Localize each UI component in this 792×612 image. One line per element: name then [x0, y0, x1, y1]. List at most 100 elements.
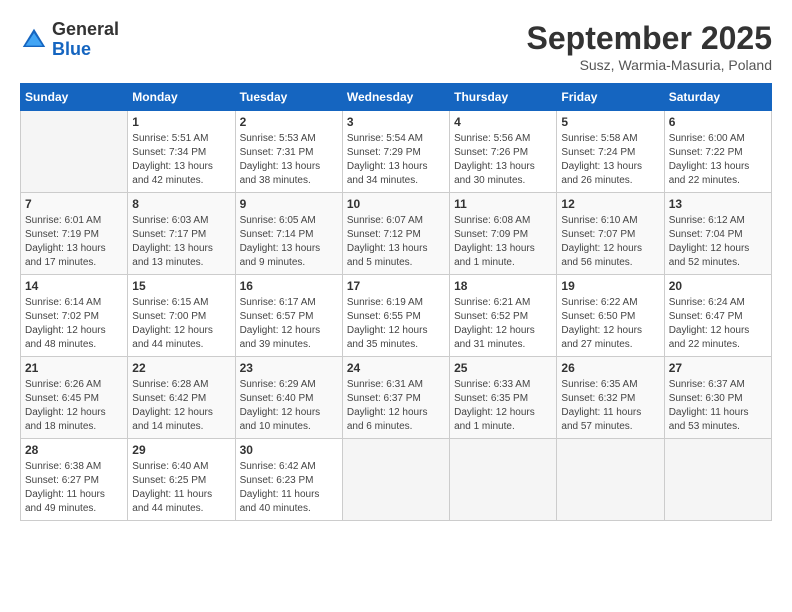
day-info: Sunrise: 6:38 AM Sunset: 6:27 PM Dayligh… — [25, 460, 123, 516]
logo-icon — [20, 26, 48, 54]
day-number: 27 — [669, 361, 767, 375]
day-number: 2 — [240, 115, 338, 129]
calendar-cell: 7 Sunrise: 6:01 AM Sunset: 7:19 PM Daylig… — [21, 193, 128, 275]
calendar-cell: 12 Sunrise: 6:10 AM Sunset: 7:07 PM Dayli… — [557, 193, 664, 275]
header-tuesday: Tuesday — [235, 84, 342, 111]
day-number: 17 — [347, 279, 445, 293]
day-info: Sunrise: 6:19 AM Sunset: 6:55 PM Dayligh… — [347, 296, 445, 352]
calendar-cell — [21, 111, 128, 193]
day-number: 12 — [561, 197, 659, 211]
calendar-cell: 5 Sunrise: 5:58 AM Sunset: 7:24 PM Daylig… — [557, 111, 664, 193]
day-number: 6 — [669, 115, 767, 129]
day-info: Sunrise: 5:53 AM Sunset: 7:31 PM Dayligh… — [240, 132, 338, 188]
calendar-header-row: SundayMondayTuesdayWednesdayThursdayFrid… — [21, 84, 772, 111]
day-info: Sunrise: 6:37 AM Sunset: 6:30 PM Dayligh… — [669, 378, 767, 434]
calendar-cell — [664, 439, 771, 521]
calendar-week-row: 7 Sunrise: 6:01 AM Sunset: 7:19 PM Daylig… — [21, 193, 772, 275]
logo-text: General Blue — [52, 20, 119, 60]
calendar-cell: 23 Sunrise: 6:29 AM Sunset: 6:40 PM Dayli… — [235, 357, 342, 439]
calendar-cell: 6 Sunrise: 6:00 AM Sunset: 7:22 PM Daylig… — [664, 111, 771, 193]
calendar-cell — [557, 439, 664, 521]
calendar-cell: 18 Sunrise: 6:21 AM Sunset: 6:52 PM Dayli… — [450, 275, 557, 357]
day-info: Sunrise: 6:12 AM Sunset: 7:04 PM Dayligh… — [669, 214, 767, 270]
day-info: Sunrise: 6:15 AM Sunset: 7:00 PM Dayligh… — [132, 296, 230, 352]
day-info: Sunrise: 6:40 AM Sunset: 6:25 PM Dayligh… — [132, 460, 230, 516]
day-number: 26 — [561, 361, 659, 375]
day-info: Sunrise: 6:26 AM Sunset: 6:45 PM Dayligh… — [25, 378, 123, 434]
calendar-cell: 26 Sunrise: 6:35 AM Sunset: 6:32 PM Dayli… — [557, 357, 664, 439]
calendar-week-row: 1Sunrise: 5:51 AM Sunset: 7:34 PM Daylig… — [21, 111, 772, 193]
day-number: 19 — [561, 279, 659, 293]
day-number: 24 — [347, 361, 445, 375]
calendar-cell: 9Sunrise: 6:05 AM Sunset: 7:14 PM Daylig… — [235, 193, 342, 275]
day-info: Sunrise: 6:07 AM Sunset: 7:12 PM Dayligh… — [347, 214, 445, 270]
day-number: 7 — [25, 197, 123, 211]
day-number: 20 — [669, 279, 767, 293]
calendar-table: SundayMondayTuesdayWednesdayThursdayFrid… — [20, 83, 772, 521]
calendar-cell: 30 Sunrise: 6:42 AM Sunset: 6:23 PM Dayli… — [235, 439, 342, 521]
day-info: Sunrise: 5:51 AM Sunset: 7:34 PM Dayligh… — [132, 132, 230, 188]
day-number: 22 — [132, 361, 230, 375]
calendar-cell — [342, 439, 449, 521]
title-block: September 2025 Susz, Warmia-Masuria, Pol… — [527, 20, 772, 73]
day-info: Sunrise: 6:03 AM Sunset: 7:17 PM Dayligh… — [132, 214, 230, 270]
day-number: 13 — [669, 197, 767, 211]
day-number: 10 — [347, 197, 445, 211]
day-info: Sunrise: 6:31 AM Sunset: 6:37 PM Dayligh… — [347, 378, 445, 434]
day-number: 28 — [25, 443, 123, 457]
calendar-cell: 1Sunrise: 5:51 AM Sunset: 7:34 PM Daylig… — [128, 111, 235, 193]
calendar-cell: 3Sunrise: 5:54 AM Sunset: 7:29 PM Daylig… — [342, 111, 449, 193]
day-info: Sunrise: 6:35 AM Sunset: 6:32 PM Dayligh… — [561, 378, 659, 434]
calendar-cell: 13 Sunrise: 6:12 AM Sunset: 7:04 PM Dayli… — [664, 193, 771, 275]
calendar-cell: 20 Sunrise: 6:24 AM Sunset: 6:47 PM Dayli… — [664, 275, 771, 357]
calendar-cell: 15 Sunrise: 6:15 AM Sunset: 7:00 PM Dayli… — [128, 275, 235, 357]
day-number: 21 — [25, 361, 123, 375]
day-info: Sunrise: 6:28 AM Sunset: 6:42 PM Dayligh… — [132, 378, 230, 434]
calendar-cell: 19 Sunrise: 6:22 AM Sunset: 6:50 PM Dayli… — [557, 275, 664, 357]
calendar-cell: 14 Sunrise: 6:14 AM Sunset: 7:02 PM Dayli… — [21, 275, 128, 357]
day-info: Sunrise: 6:14 AM Sunset: 7:02 PM Dayligh… — [25, 296, 123, 352]
day-info: Sunrise: 6:29 AM Sunset: 6:40 PM Dayligh… — [240, 378, 338, 434]
header-wednesday: Wednesday — [342, 84, 449, 111]
header-thursday: Thursday — [450, 84, 557, 111]
day-number: 14 — [25, 279, 123, 293]
calendar-cell: 8Sunrise: 6:03 AM Sunset: 7:17 PM Daylig… — [128, 193, 235, 275]
location-subtitle: Susz, Warmia-Masuria, Poland — [527, 57, 772, 73]
day-number: 18 — [454, 279, 552, 293]
day-number: 3 — [347, 115, 445, 129]
day-info: Sunrise: 6:22 AM Sunset: 6:50 PM Dayligh… — [561, 296, 659, 352]
calendar-cell: 11 Sunrise: 6:08 AM Sunset: 7:09 PM Dayli… — [450, 193, 557, 275]
calendar-week-row: 21 Sunrise: 6:26 AM Sunset: 6:45 PM Dayli… — [21, 357, 772, 439]
day-info: Sunrise: 6:33 AM Sunset: 6:35 PM Dayligh… — [454, 378, 552, 434]
calendar-cell: 16Sunrise: 6:17 AM Sunset: 6:57 PM Dayli… — [235, 275, 342, 357]
day-number: 23 — [240, 361, 338, 375]
day-number: 29 — [132, 443, 230, 457]
day-number: 5 — [561, 115, 659, 129]
calendar-cell: 22 Sunrise: 6:28 AM Sunset: 6:42 PM Dayli… — [128, 357, 235, 439]
day-info: Sunrise: 6:42 AM Sunset: 6:23 PM Dayligh… — [240, 460, 338, 516]
header-monday: Monday — [128, 84, 235, 111]
logo: General Blue — [20, 20, 119, 60]
day-number: 30 — [240, 443, 338, 457]
day-info: Sunrise: 6:01 AM Sunset: 7:19 PM Dayligh… — [25, 214, 123, 270]
calendar-cell: 28 Sunrise: 6:38 AM Sunset: 6:27 PM Dayli… — [21, 439, 128, 521]
day-info: Sunrise: 6:10 AM Sunset: 7:07 PM Dayligh… — [561, 214, 659, 270]
day-info: Sunrise: 6:21 AM Sunset: 6:52 PM Dayligh… — [454, 296, 552, 352]
calendar-cell — [450, 439, 557, 521]
day-number: 4 — [454, 115, 552, 129]
day-info: Sunrise: 6:05 AM Sunset: 7:14 PM Dayligh… — [240, 214, 338, 270]
day-info: Sunrise: 5:56 AM Sunset: 7:26 PM Dayligh… — [454, 132, 552, 188]
day-number: 16 — [240, 279, 338, 293]
day-info: Sunrise: 6:00 AM Sunset: 7:22 PM Dayligh… — [669, 132, 767, 188]
day-number: 11 — [454, 197, 552, 211]
day-number: 15 — [132, 279, 230, 293]
day-number: 25 — [454, 361, 552, 375]
calendar-cell: 2 Sunrise: 5:53 AM Sunset: 7:31 PM Daylig… — [235, 111, 342, 193]
day-info: Sunrise: 5:58 AM Sunset: 7:24 PM Dayligh… — [561, 132, 659, 188]
header-friday: Friday — [557, 84, 664, 111]
calendar-cell: 17 Sunrise: 6:19 AM Sunset: 6:55 PM Dayli… — [342, 275, 449, 357]
page-header: General Blue September 2025 Susz, Warmia… — [20, 20, 772, 73]
day-info: Sunrise: 6:24 AM Sunset: 6:47 PM Dayligh… — [669, 296, 767, 352]
day-info: Sunrise: 6:08 AM Sunset: 7:09 PM Dayligh… — [454, 214, 552, 270]
calendar-cell: 4 Sunrise: 5:56 AM Sunset: 7:26 PM Daylig… — [450, 111, 557, 193]
